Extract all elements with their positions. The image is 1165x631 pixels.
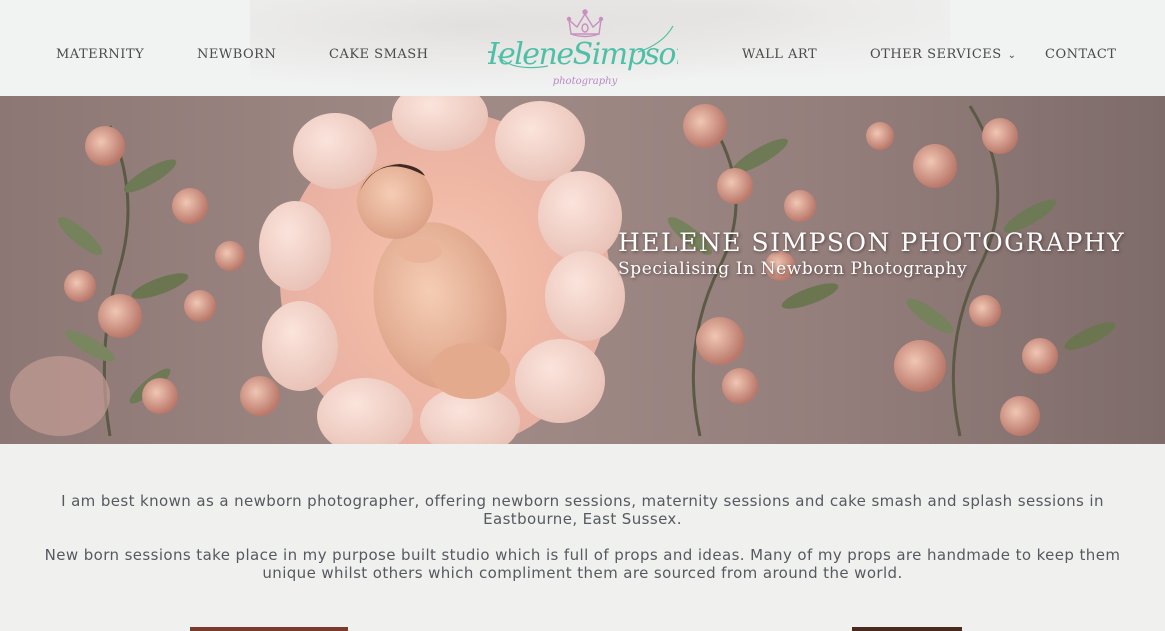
site-header: MATERNITY NEWBORN CAKE SMASH HeleneSimps…	[0, 0, 1165, 96]
nav-item-contact[interactable]: CONTACT	[1045, 47, 1116, 62]
intro-text: I am best known as a newborn photographe…	[40, 492, 1125, 600]
crown-icon	[566, 9, 604, 38]
site-logo[interactable]: HeleneSimpson photography	[472, 4, 694, 92]
gallery-image-peek-right	[852, 627, 962, 631]
nav-item-wall-art[interactable]: WALL ART	[742, 47, 817, 62]
hero-title: HELENE SIMPSON PHOTOGRAPHY	[618, 228, 1126, 257]
chevron-down-icon: ⌄	[1007, 50, 1017, 61]
logo-tagline: photography	[553, 76, 618, 87]
nav-item-other-services[interactable]: OTHER SERVICES ⌄	[870, 47, 1017, 62]
nav-item-maternity[interactable]: MATERNITY	[56, 47, 144, 62]
gallery-image-peek-left	[190, 627, 348, 631]
intro-paragraph-2: New born sessions take place in my purpo…	[44, 546, 1121, 582]
nav-item-cake-smash[interactable]: CAKE SMASH	[329, 47, 429, 62]
hero-subtitle: Specialising In Newborn Photography	[618, 259, 968, 279]
hero-banner: HELENE SIMPSON PHOTOGRAPHY Specialising …	[0, 96, 1165, 444]
nav-item-other-services-label: OTHER SERVICES	[870, 47, 1002, 62]
hero-image	[0, 96, 1165, 444]
nav-item-newborn[interactable]: NEWBORN	[197, 47, 276, 62]
logo-graphic: HeleneSimpson photography	[472, 9, 694, 87]
intro-paragraph-1: I am best known as a newborn photographe…	[61, 492, 1104, 528]
